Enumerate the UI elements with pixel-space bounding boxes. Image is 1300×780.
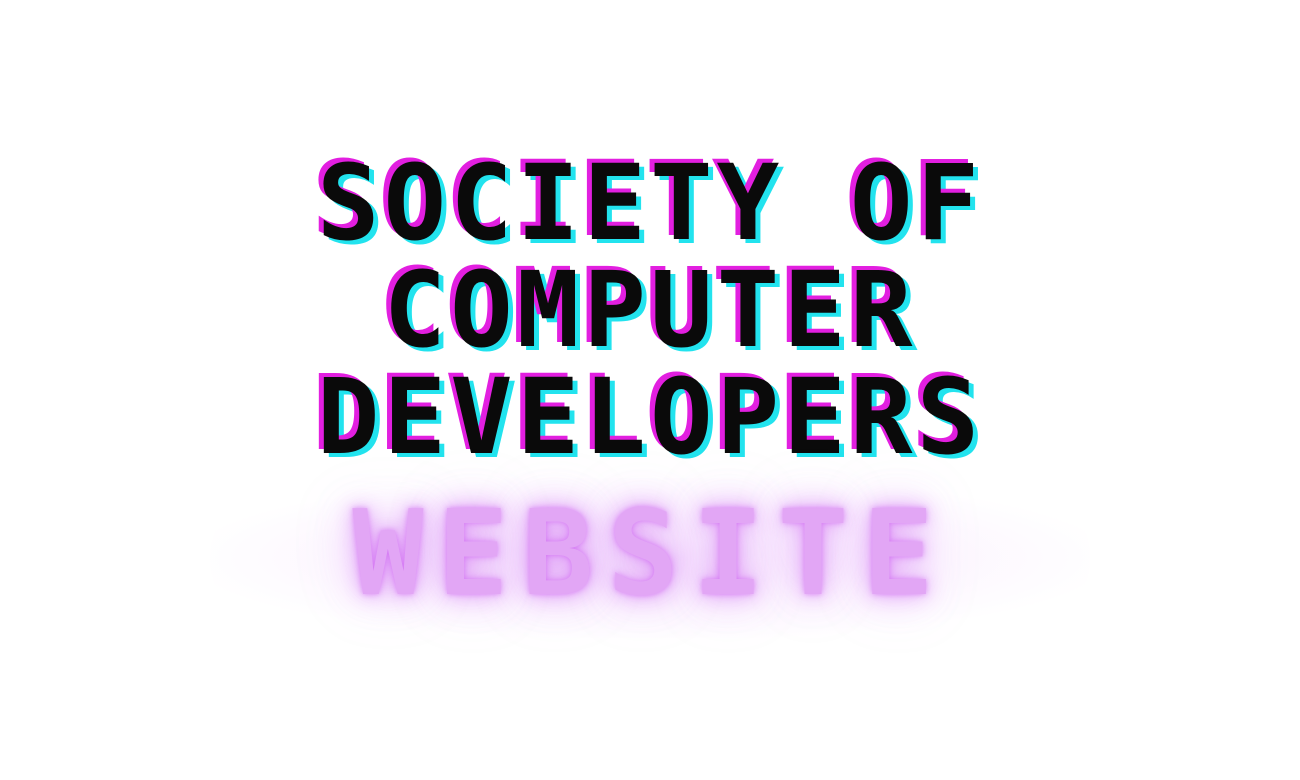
title-line-2: COMPUTER bbox=[383, 249, 917, 371]
title-line-3: DEVELOPERS bbox=[316, 356, 984, 478]
banner-subtitle: WEBSITE bbox=[352, 484, 948, 622]
title-line-1: SOCIETY OF bbox=[316, 142, 984, 264]
banner-canvas: SOCIETY OF COMPUTER DEVELOPERS WEBSITE bbox=[0, 0, 1300, 780]
banner-title: SOCIETY OF COMPUTER DEVELOPERS bbox=[0, 150, 1300, 471]
